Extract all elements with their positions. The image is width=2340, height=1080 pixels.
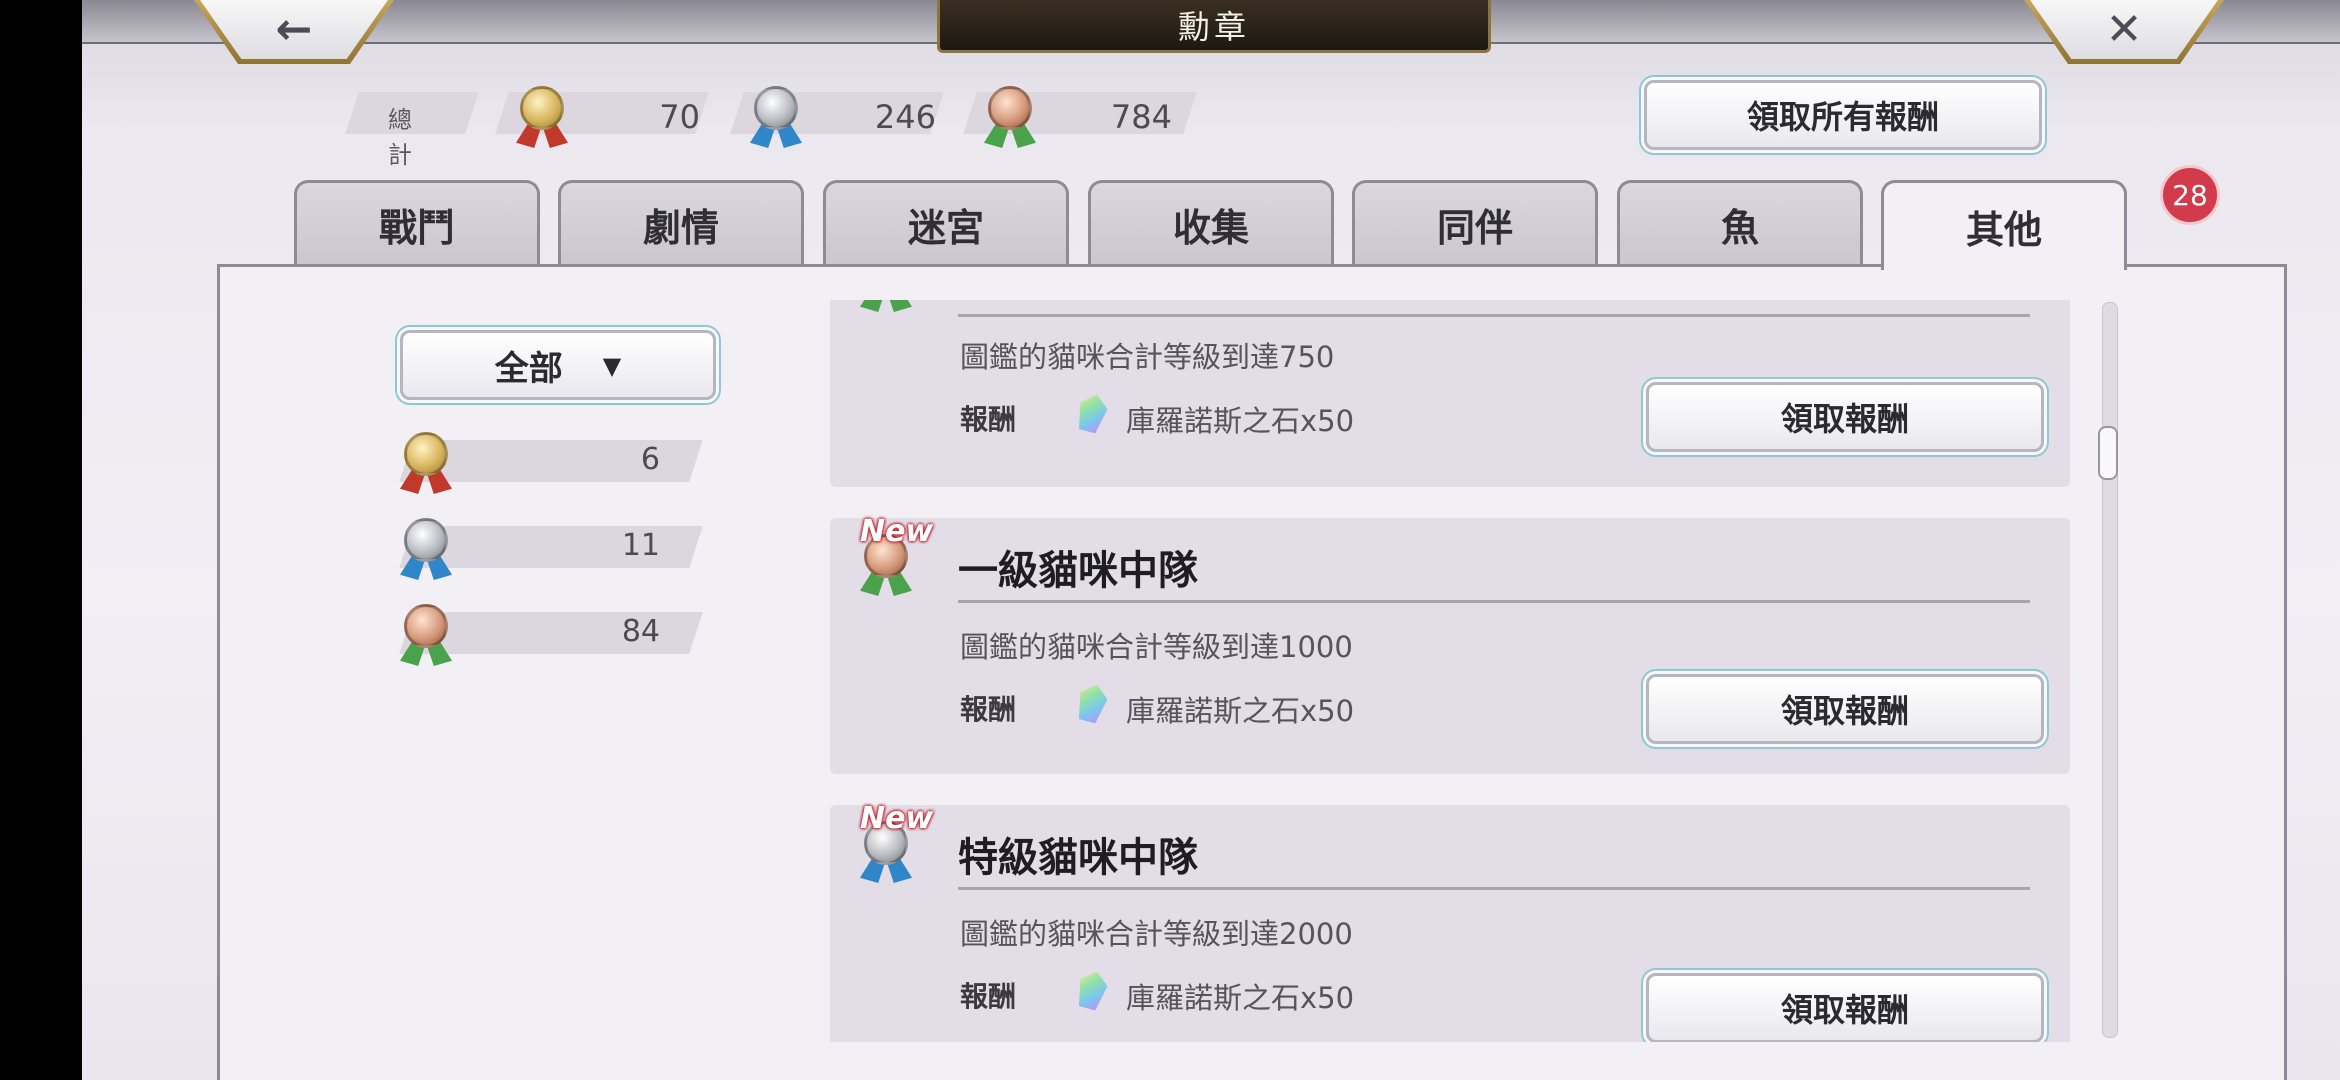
chronos-stone-icon: [1074, 968, 1111, 1012]
close-icon: ✕: [2105, 3, 2143, 55]
achievement-card: New 一級貓咪中隊 圖鑑的貓咪合計等級到達1000 報酬 庫羅諾斯之石x50 …: [830, 514, 2070, 774]
filter-dropdown[interactable]: 全部 ▼: [400, 330, 716, 400]
reward-text: 庫羅諾斯之石x50: [1126, 404, 1355, 438]
reward-label: 報酬: [960, 403, 1017, 436]
tab-collect[interactable]: 收集: [1088, 180, 1334, 266]
gold-total: 70: [659, 98, 700, 136]
new-tag: New: [860, 514, 934, 549]
achievement-title: 一級貓咪中隊: [958, 547, 1198, 594]
silver-medal-icon: [398, 518, 454, 584]
silver-medal-icon: [748, 86, 804, 152]
achievement-desc: 圖鑑的貓咪合計等級到達1000: [960, 630, 1353, 664]
reward-label: 報酬: [960, 693, 1017, 726]
tab-maze[interactable]: 迷宮: [823, 180, 1069, 266]
filter-selected: 全部: [494, 348, 563, 389]
reward-text: 庫羅諾斯之石x50: [1126, 981, 1355, 1015]
tab-battle[interactable]: 戰鬥: [294, 180, 540, 266]
gold-count-row: 6: [394, 432, 703, 496]
tab-other[interactable]: 其他: [1881, 180, 2127, 270]
reward-label: 報酬: [960, 980, 1017, 1013]
game-screen: ← ✕ 勳章 總計 70 246 784 領取所有報酬 戰鬥 劇情 迷宮 收集 …: [82, 0, 2340, 1080]
silver-count: 11: [621, 528, 660, 563]
chronos-stone-icon: [1074, 681, 1111, 725]
chronos-stone-icon: [1074, 391, 1111, 435]
tab-story[interactable]: 劇情: [558, 180, 804, 266]
achievement-card: 圖鑑的貓咪合計等級到達750 報酬 庫羅諾斯之石x50 領取報酬: [830, 300, 2070, 487]
achievement-card: New 特級貓咪中隊 圖鑑的貓咪合計等級到達2000 報酬 庫羅諾斯之石x50 …: [830, 801, 2070, 1042]
close-button[interactable]: ✕: [2024, 0, 2224, 64]
claim-reward-button[interactable]: 領取報酬: [1646, 973, 2044, 1042]
chevron-down-icon: ▼: [602, 350, 622, 380]
notification-badge: 28: [2160, 165, 2220, 225]
back-arrow-icon: ←: [275, 3, 313, 55]
tab-companion[interactable]: 同伴: [1352, 180, 1598, 266]
new-tag: New: [860, 801, 934, 836]
achievement-title: 特級貓咪中隊: [958, 834, 1198, 881]
scrollbar-thumb[interactable]: [2098, 426, 2118, 480]
claim-reward-button[interactable]: 領取報酬: [1646, 382, 2044, 452]
gold-medal-icon: [514, 86, 570, 152]
gold-medal-icon: [398, 432, 454, 498]
achievement-list[interactable]: 圖鑑的貓咪合計等級到達750 報酬 庫羅諾斯之石x50 領取報酬 New 一級貓…: [830, 300, 2070, 1042]
claim-reward-button[interactable]: 領取報酬: [1646, 674, 2044, 744]
bronze-medal-icon: [398, 604, 454, 670]
back-button[interactable]: ←: [194, 0, 394, 64]
bronze-medal-icon: [982, 86, 1038, 152]
tab-fish[interactable]: 魚: [1617, 180, 1863, 266]
achievement-desc: 圖鑑的貓咪合計等級到達2000: [960, 917, 1353, 951]
bronze-total: 784: [1110, 98, 1172, 136]
scrollbar-track[interactable]: [2102, 302, 2118, 1038]
totals-label: 總計: [388, 106, 412, 169]
silver-total: 246: [874, 98, 936, 136]
bronze-count: 84: [621, 614, 660, 649]
page-title: 勳章: [937, 0, 1491, 53]
bronze-count-row: 84: [394, 604, 703, 668]
bronze-medal-icon: [858, 300, 914, 316]
silver-count-row: 11: [394, 518, 703, 582]
gold-count: 6: [640, 442, 660, 477]
achievement-desc: 圖鑑的貓咪合計等級到達750: [960, 340, 1335, 374]
claim-all-button[interactable]: 領取所有報酬: [1644, 80, 2042, 150]
reward-text: 庫羅諾斯之石x50: [1126, 694, 1355, 728]
